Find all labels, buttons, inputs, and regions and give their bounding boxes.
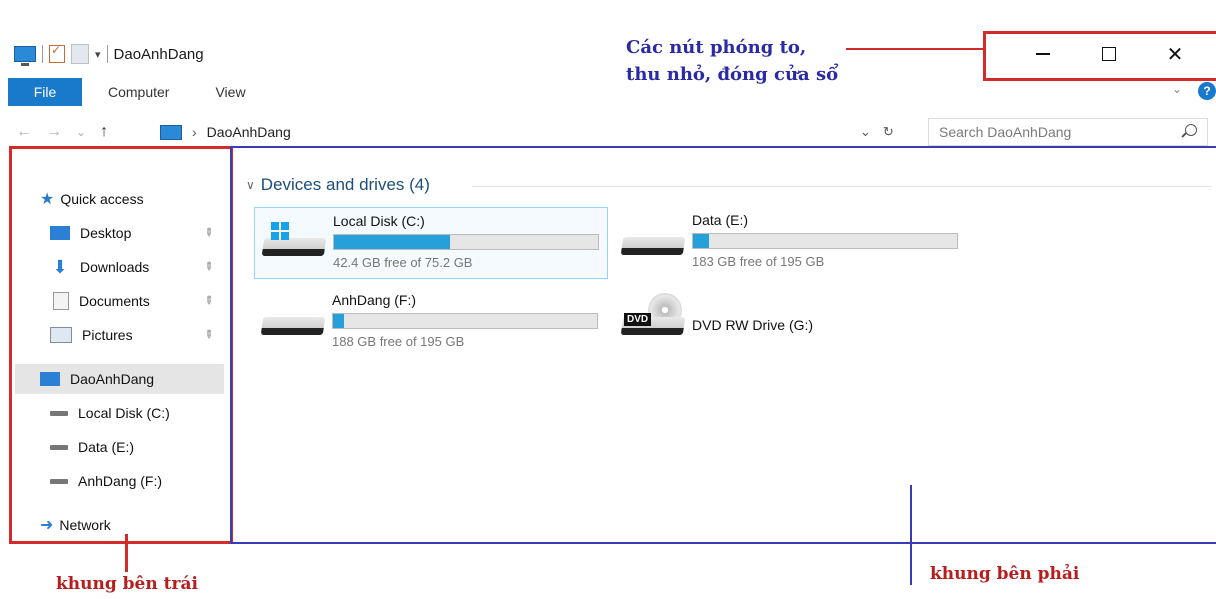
ribbon-tabs: File Computer View [0,78,266,106]
up-button[interactable]: ↑ [100,123,108,141]
annotation-left-pane: khung bên trái [56,574,198,594]
back-button[interactable]: ← [16,123,32,141]
search-icon[interactable] [1185,124,1197,136]
tab-file[interactable]: File [8,78,82,106]
new-folder-icon[interactable] [71,44,89,64]
annotation-window-buttons: Các nút phóng to, thu nhỏ, đóng cửa sổ [626,34,838,88]
properties-icon[interactable] [49,43,65,63]
search-input[interactable]: Search DaoAnhDang [928,118,1208,146]
help-icon[interactable]: ? [1198,82,1216,100]
customize-toolbar-dropdown[interactable]: ▾ [95,48,101,61]
breadcrumb-separator-icon[interactable]: › [192,124,197,140]
divider [106,45,108,63]
recent-locations-button[interactable]: ⌄ [76,125,86,139]
annotation-line: Các nút phóng to, [626,37,807,58]
annotation-line: thu nhỏ, đóng cửa sổ [626,64,839,85]
address-bar[interactable]: › DaoAnhDang [160,118,916,146]
address-actions: ⌄ ↻ [860,118,894,146]
navigation-buttons: ← → ⌄ ↑ [16,118,108,146]
tab-computer[interactable]: Computer [82,84,189,100]
left-pane-annotation-frame [9,146,233,544]
search-placeholder: Search DaoAnhDang [939,124,1072,140]
annotation-pointer-line [846,48,986,50]
address-dropdown-button[interactable]: ⌄ [860,124,871,140]
window-buttons-annotation-frame [983,31,1216,81]
breadcrumb[interactable]: DaoAnhDang [207,124,291,140]
quick-access-toolbar: ▾ DaoAnhDang [14,40,204,68]
right-pane-annotation-frame [230,146,1216,544]
computer-icon [160,124,182,140]
annotation-pointer-line [910,485,912,585]
expand-ribbon-chevron-icon[interactable]: ⌄ [1172,82,1182,96]
refresh-button[interactable]: ↻ [883,124,894,140]
window-title: DaoAnhDang [113,45,204,63]
computer-icon [14,46,36,66]
annotation-right-pane: khung bên phải [930,564,1080,584]
divider [42,45,43,63]
annotation-pointer-line [125,534,128,572]
forward-button[interactable]: → [46,123,62,141]
tab-view[interactable]: View [189,84,265,100]
